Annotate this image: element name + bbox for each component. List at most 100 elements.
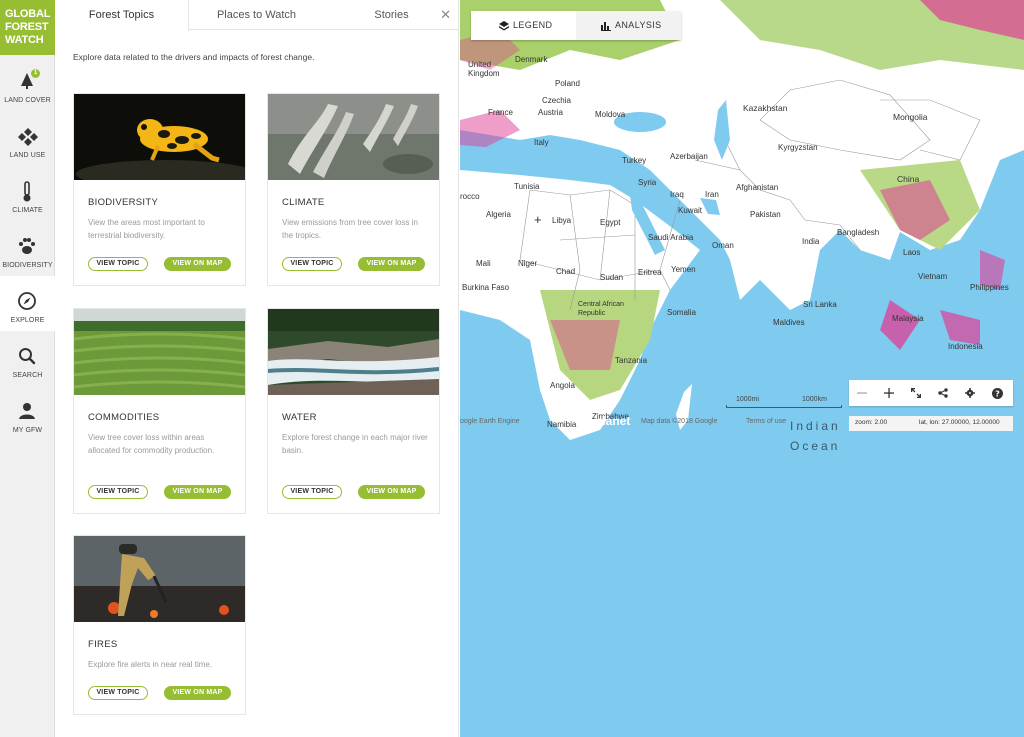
topic-description: Explore forest change in each major rive… [282, 433, 428, 455]
thermometer-icon [23, 181, 31, 202]
latlon-readout: lat, lon: 27.00000, 12.00000 [919, 419, 1000, 426]
map-label: India [802, 237, 820, 246]
map-label: Egypt [600, 218, 621, 227]
fullscreen-button[interactable] [903, 380, 930, 406]
view-topic-button[interactable]: VIEW TOPIC [88, 257, 148, 271]
plus-icon [884, 388, 894, 398]
panel-tabs: Forest Topics Places to Watch Stories ✕ [55, 0, 459, 31]
rail-item-land-cover[interactable]: 1 LAND COVER [0, 56, 55, 111]
topic-description: View the areas most important to terrest… [88, 218, 205, 240]
map-label: Libya [552, 216, 572, 225]
share-button[interactable] [930, 380, 957, 406]
topic-title: COMMODITIES [88, 412, 160, 423]
topic-card-water: WATER Explore forest change in each majo… [267, 308, 440, 514]
help-button[interactable]: ? [984, 380, 1011, 406]
view-on-map-button[interactable]: VIEW ON MAP [164, 686, 231, 700]
map-label: Saudi Arabia [648, 233, 694, 242]
map-label: Afghanistan [736, 183, 779, 192]
expand-icon [911, 388, 921, 398]
terms-of-use-link[interactable]: Terms of use [746, 418, 786, 425]
map-label: Namibia [547, 420, 577, 429]
scale-kilometers: 1000km [802, 396, 827, 403]
attribution-google: oogle Earth Engine [460, 418, 520, 425]
map-label: Mongolia [893, 112, 928, 122]
bar-chart-icon [601, 22, 611, 31]
settings-button[interactable] [957, 380, 984, 406]
map-label: Poland [555, 79, 580, 88]
map-label: Kyrgyzstan [778, 143, 818, 152]
map-label: Laos [903, 248, 921, 257]
user-icon [19, 403, 35, 419]
topic-image-plantation [74, 309, 245, 395]
rail-item-climate[interactable]: CLIMATE [0, 166, 55, 221]
analysis-button[interactable]: ANALYSIS [576, 11, 681, 40]
map-label: Kazakhstan [743, 103, 788, 113]
topic-title: BIODIVERSITY [88, 197, 159, 208]
map-label: Maldives [773, 318, 805, 327]
tab-stories[interactable]: Stories [324, 0, 459, 30]
topic-description: Explore fire alerts in near real time. [88, 660, 213, 669]
topic-image-frog [74, 94, 245, 180]
rail-item-search[interactable]: SEARCH [0, 331, 55, 386]
map-label: Turkey [622, 156, 647, 165]
view-on-map-button[interactable]: VIEW ON MAP [164, 485, 231, 499]
map-label: Oman [712, 241, 734, 250]
map-label: Iraq [670, 190, 684, 199]
map-label: Iran [705, 190, 719, 199]
map-label: rocco [460, 192, 480, 201]
map-label: Indonesia [948, 342, 983, 351]
map-label: Burkina Faso [462, 283, 510, 292]
zoom-out-button[interactable] [849, 380, 876, 406]
layers-diamond-icon [18, 128, 38, 146]
view-on-map-button[interactable]: VIEW ON MAP [358, 485, 425, 499]
view-on-map-button[interactable]: VIEW ON MAP [164, 257, 231, 271]
legend-analysis-toggle: LEGEND ANALYSIS [471, 11, 681, 40]
zoom-in-button[interactable] [876, 380, 903, 406]
attribution-data: Map data ©2018 Google [641, 418, 718, 425]
map-label: Niger [518, 259, 538, 268]
rail-item-land-use[interactable]: LAND USE [0, 111, 55, 166]
map-label: Italy [534, 138, 549, 147]
search-icon [19, 348, 36, 365]
view-on-map-button[interactable]: VIEW ON MAP [358, 257, 425, 271]
explore-panel: Forest Topics Places to Watch Stories ✕ … [55, 0, 459, 737]
scale-miles: 1000mi [736, 396, 759, 403]
minus-icon [857, 392, 867, 394]
map-canvas[interactable]: United Kingdom Denmark Poland France Aus… [460, 0, 1024, 737]
topic-title: WATER [282, 412, 317, 423]
map-label: Tanzania [615, 356, 648, 365]
ocean-label: Indian Ocean [790, 419, 841, 453]
map-label: Austria [538, 108, 563, 117]
tab-places-to-watch[interactable]: Places to Watch [189, 0, 324, 30]
gear-icon [965, 388, 975, 398]
topic-description: View tree cover loss within areas alloca… [88, 433, 215, 455]
map-label: Philippines [970, 283, 1009, 292]
rail-item-explore[interactable]: EXPLORE [0, 276, 55, 331]
view-topic-button[interactable]: VIEW TOPIC [282, 257, 342, 271]
map-label: Czechia [542, 96, 571, 105]
legend-button[interactable]: LEGEND [471, 11, 576, 40]
close-icon[interactable]: ✕ [440, 8, 451, 21]
map-label: Azerbaijan [670, 152, 708, 161]
rail-item-my-gfw[interactable]: MY GFW [0, 386, 55, 441]
gfw-logo[interactable]: GLOBAL FOREST WATCH [0, 0, 55, 55]
share-icon [938, 388, 948, 398]
topic-title: FIRES [88, 639, 118, 650]
rail-badge: 1 [31, 69, 40, 78]
map-label: Sudan [600, 273, 624, 282]
tab-forest-topics[interactable]: Forest Topics [55, 0, 189, 31]
view-topic-button[interactable]: VIEW TOPIC [88, 485, 148, 499]
view-topic-button[interactable]: VIEW TOPIC [282, 485, 342, 499]
topic-card-climate: CLIMATE View emissions from tree cover l… [267, 93, 440, 286]
panel-intro: Explore data related to the drivers and … [73, 52, 315, 62]
topic-image-river [268, 309, 439, 395]
map-label: Chad [556, 267, 576, 276]
map-label: Syria [638, 178, 657, 187]
view-topic-button[interactable]: VIEW TOPIC [88, 686, 148, 700]
paw-icon [19, 238, 35, 254]
map-label: Angola [550, 381, 575, 390]
rail-item-biodiversity[interactable]: BIODIVERSITY [0, 221, 55, 276]
map-label: Moldova [595, 110, 626, 119]
map-label: Kuwait [678, 206, 703, 215]
map-land-layer [460, 0, 1024, 440]
